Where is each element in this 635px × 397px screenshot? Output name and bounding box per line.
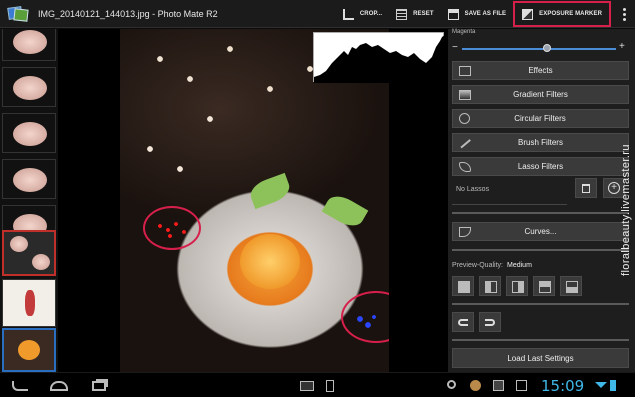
effects-button[interactable]: Effects bbox=[452, 61, 629, 80]
screenshot-icon[interactable] bbox=[300, 381, 314, 391]
thumbnail-current[interactable] bbox=[2, 328, 56, 372]
circle-filter-icon bbox=[459, 113, 470, 124]
save-as-file-button[interactable]: SAVE AS FILE bbox=[441, 0, 514, 28]
window-title: IMG_20140121_144013.jpg - Photo Mate R2 bbox=[38, 8, 218, 19]
undo-button[interactable] bbox=[452, 312, 474, 332]
thumbnail[interactable] bbox=[2, 67, 56, 107]
thumbnail[interactable] bbox=[2, 230, 56, 276]
preview-quality-value[interactable]: Medium bbox=[507, 262, 532, 269]
rose bbox=[240, 234, 300, 289]
reset-label: RESET bbox=[413, 11, 434, 17]
circular-filters-label: Circular Filters bbox=[514, 114, 566, 123]
layout-full-button[interactable] bbox=[452, 276, 474, 296]
watermark: floralbeauty.livemaster.ru bbox=[620, 144, 632, 276]
reset-button[interactable]: RESET bbox=[389, 0, 441, 28]
overflow-menu-icon[interactable] bbox=[617, 7, 631, 21]
home-icon[interactable] bbox=[50, 381, 68, 391]
thumbnail[interactable] bbox=[2, 159, 56, 199]
gradient-filters-button[interactable]: Gradient Filters bbox=[452, 85, 629, 104]
action-bar: IMG_20140121_144013.jpg - Photo Mate R2 … bbox=[0, 0, 635, 28]
load-last-settings-button[interactable]: Load Last Settings bbox=[452, 348, 629, 368]
circular-filters-button[interactable]: Circular Filters bbox=[452, 109, 629, 128]
fx-icon bbox=[459, 65, 471, 76]
exposure-marker-button[interactable]: EXPOSURE MARKER bbox=[513, 1, 611, 27]
thumbnail-strip[interactable] bbox=[0, 29, 58, 372]
brush-icon bbox=[459, 137, 471, 148]
load-last-settings-label: Load Last Settings bbox=[507, 353, 574, 363]
wifi-icon bbox=[595, 382, 607, 388]
search-icon[interactable] bbox=[447, 380, 456, 389]
lasso-icon bbox=[459, 161, 471, 172]
battery-icon bbox=[610, 380, 616, 391]
thumbnail[interactable] bbox=[2, 113, 56, 153]
minus-button[interactable]: − bbox=[452, 42, 458, 53]
app-icon[interactable] bbox=[7, 5, 30, 23]
gradient-filter-icon bbox=[459, 89, 471, 100]
back-icon[interactable] bbox=[12, 381, 28, 391]
brush-filters-button[interactable]: Brush Filters bbox=[452, 133, 629, 152]
divider bbox=[452, 212, 629, 214]
layout-split-vertical-button[interactable] bbox=[479, 276, 501, 296]
save-as-file-label: SAVE AS FILE bbox=[464, 11, 507, 17]
overexposure-circle bbox=[143, 206, 201, 250]
histogram bbox=[313, 32, 445, 83]
redo-button[interactable] bbox=[479, 312, 501, 332]
magenta-slider-thumb[interactable] bbox=[542, 44, 551, 52]
brush-filters-label: Brush Filters bbox=[518, 138, 563, 147]
clock: 15:09 bbox=[541, 377, 585, 395]
layout-split-horizontal-alt-button[interactable] bbox=[560, 276, 582, 296]
layout-split-horizontal-button[interactable] bbox=[533, 276, 555, 296]
notification-app-icon[interactable] bbox=[470, 380, 481, 391]
split-vertical-alt-icon bbox=[512, 281, 524, 293]
layout-full-icon bbox=[458, 281, 470, 293]
curves-button[interactable]: Curves... bbox=[452, 222, 629, 241]
crop-icon bbox=[342, 8, 354, 20]
magenta-slider[interactable] bbox=[462, 48, 616, 50]
gradient-filters-label: Gradient Filters bbox=[513, 90, 568, 99]
exposure-marker-label: EXPOSURE MARKER bbox=[539, 11, 602, 17]
split-vertical-icon bbox=[485, 281, 497, 293]
effects-label: Effects bbox=[528, 66, 553, 75]
redo-icon bbox=[485, 318, 495, 326]
thumbnail[interactable] bbox=[2, 279, 56, 327]
save-icon bbox=[447, 8, 459, 20]
thumbnail[interactable] bbox=[2, 29, 56, 61]
delete-lasso-button[interactable] bbox=[575, 178, 597, 198]
no-lassos-label: No Lassos bbox=[452, 175, 567, 205]
add-icon: + bbox=[608, 182, 620, 194]
toolbar-actions: CROP... RESET SAVE AS FILE EXPOSURE MARK… bbox=[336, 0, 635, 28]
divider bbox=[452, 339, 629, 341]
curves-icon bbox=[459, 226, 471, 237]
gallery-icon[interactable] bbox=[493, 380, 504, 391]
system-bar: 15:09 bbox=[0, 372, 635, 397]
recent-apps-icon[interactable] bbox=[92, 381, 106, 391]
crop-button[interactable]: CROP... bbox=[336, 0, 389, 28]
magenta-label: Magenta bbox=[452, 29, 476, 35]
split-horizontal-icon bbox=[539, 281, 551, 293]
tools-panel: Magenta − + Effects Gradient Filters Cir… bbox=[448, 29, 635, 372]
lasso-filters-label: Lasso Filters bbox=[517, 162, 564, 171]
reset-icon bbox=[396, 8, 408, 20]
divider bbox=[452, 249, 629, 251]
image-icon[interactable] bbox=[516, 380, 527, 391]
crop-label: CROP... bbox=[359, 11, 383, 17]
trash-icon bbox=[582, 183, 590, 193]
preview-quality-label: Preview-Quality: bbox=[452, 262, 503, 269]
lasso-filters-button[interactable]: Lasso Filters bbox=[452, 157, 629, 176]
curves-label: Curves... bbox=[524, 227, 557, 236]
layout-split-vertical-alt-button[interactable] bbox=[506, 276, 528, 296]
undo-icon bbox=[458, 318, 468, 326]
exposure-icon bbox=[522, 8, 534, 20]
split-horizontal-alt-icon bbox=[566, 281, 578, 293]
phone-icon[interactable] bbox=[326, 380, 334, 392]
divider bbox=[452, 303, 629, 305]
